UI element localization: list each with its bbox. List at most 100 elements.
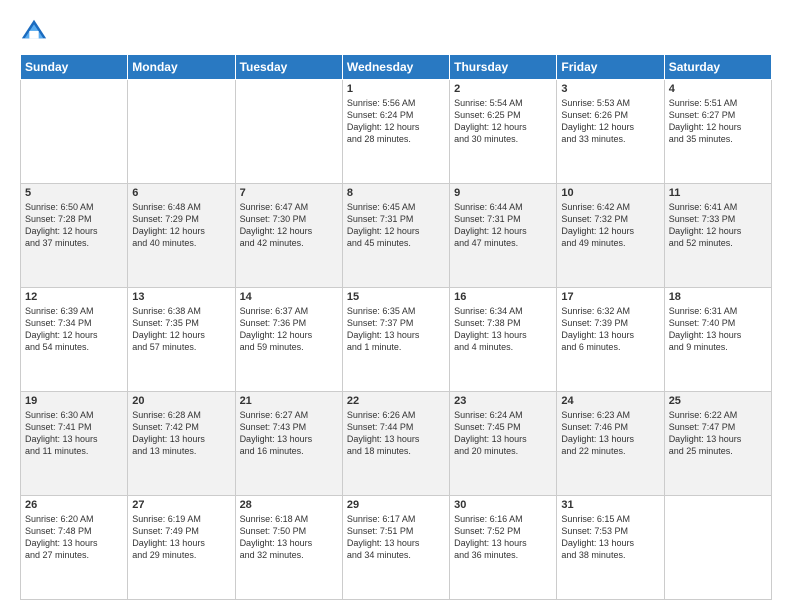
calendar-cell: 6 Sunrise: 6:48 AM Sunset: 7:29 PM Daylig… <box>128 184 235 288</box>
calendar-cell: 24 Sunrise: 6:23 AM Sunset: 7:46 PM Dayli… <box>557 392 664 496</box>
calendar-cell: 2 Sunrise: 5:54 AM Sunset: 6:25 PM Daylig… <box>450 80 557 184</box>
day-info: Sunrise: 6:48 AM Sunset: 7:29 PM Dayligh… <box>132 201 230 250</box>
day-info: Sunrise: 6:38 AM Sunset: 7:35 PM Dayligh… <box>132 305 230 354</box>
calendar-cell <box>235 80 342 184</box>
day-info: Sunrise: 6:26 AM Sunset: 7:44 PM Dayligh… <box>347 409 445 458</box>
calendar-cell: 30 Sunrise: 6:16 AM Sunset: 7:52 PM Dayli… <box>450 496 557 600</box>
weekday-header-row: SundayMondayTuesdayWednesdayThursdayFrid… <box>21 55 772 80</box>
calendar-cell: 11Sunrise: 6:41 AM Sunset: 7:33 PM Dayli… <box>664 184 771 288</box>
day-number: 12 <box>25 291 123 303</box>
calendar-cell <box>664 496 771 600</box>
day-info: Sunrise: 6:37 AM Sunset: 7:36 PM Dayligh… <box>240 305 338 354</box>
calendar-cell: 9 Sunrise: 6:44 AM Sunset: 7:31 PM Daylig… <box>450 184 557 288</box>
day-info: Sunrise: 6:17 AM Sunset: 7:51 PM Dayligh… <box>347 513 445 562</box>
day-number: 29 <box>347 499 445 511</box>
calendar-cell: 3 Sunrise: 5:53 AM Sunset: 6:26 PM Daylig… <box>557 80 664 184</box>
day-number: 19 <box>25 395 123 407</box>
calendar-cell: 16 Sunrise: 6:34 AM Sunset: 7:38 PM Dayli… <box>450 288 557 392</box>
calendar-cell <box>128 80 235 184</box>
calendar-cell: 10 Sunrise: 6:42 AM Sunset: 7:32 PM Dayli… <box>557 184 664 288</box>
day-number: 18 <box>669 291 767 303</box>
calendar-cell: 26 Sunrise: 6:20 AM Sunset: 7:48 PM Dayli… <box>21 496 128 600</box>
weekday-header-tuesday: Tuesday <box>235 55 342 80</box>
day-info: Sunrise: 6:39 AM Sunset: 7:34 PM Dayligh… <box>25 305 123 354</box>
day-info: Sunrise: 6:19 AM Sunset: 7:49 PM Dayligh… <box>132 513 230 562</box>
day-info: Sunrise: 6:24 AM Sunset: 7:45 PM Dayligh… <box>454 409 552 458</box>
day-info: Sunrise: 6:16 AM Sunset: 7:52 PM Dayligh… <box>454 513 552 562</box>
logo-icon <box>20 16 48 44</box>
day-number: 17 <box>561 291 659 303</box>
calendar-cell: 23 Sunrise: 6:24 AM Sunset: 7:45 PM Dayli… <box>450 392 557 496</box>
day-number: 27 <box>132 499 230 511</box>
day-number: 15 <box>347 291 445 303</box>
calendar-cell: 8Sunrise: 6:45 AM Sunset: 7:31 PM Daylig… <box>342 184 449 288</box>
calendar-cell: 18Sunrise: 6:31 AM Sunset: 7:40 PM Dayli… <box>664 288 771 392</box>
day-number: 25 <box>669 395 767 407</box>
day-number: 11 <box>669 187 767 199</box>
day-info: Sunrise: 5:51 AM Sunset: 6:27 PM Dayligh… <box>669 97 767 146</box>
day-info: Sunrise: 6:28 AM Sunset: 7:42 PM Dayligh… <box>132 409 230 458</box>
calendar-cell: 25 Sunrise: 6:22 AM Sunset: 7:47 PM Dayli… <box>664 392 771 496</box>
calendar-cell: 17 Sunrise: 6:32 AM Sunset: 7:39 PM Dayli… <box>557 288 664 392</box>
day-number: 30 <box>454 499 552 511</box>
calendar-cell: 22 Sunrise: 6:26 AM Sunset: 7:44 PM Dayli… <box>342 392 449 496</box>
day-info: Sunrise: 6:32 AM Sunset: 7:39 PM Dayligh… <box>561 305 659 354</box>
day-number: 9 <box>454 187 552 199</box>
calendar-cell: 14 Sunrise: 6:37 AM Sunset: 7:36 PM Dayli… <box>235 288 342 392</box>
calendar-table: SundayMondayTuesdayWednesdayThursdayFrid… <box>20 54 772 600</box>
day-info: Sunrise: 6:22 AM Sunset: 7:47 PM Dayligh… <box>669 409 767 458</box>
day-number: 4 <box>669 83 767 95</box>
weekday-header-wednesday: Wednesday <box>342 55 449 80</box>
calendar-cell: 27 Sunrise: 6:19 AM Sunset: 7:49 PM Dayli… <box>128 496 235 600</box>
day-info: Sunrise: 6:34 AM Sunset: 7:38 PM Dayligh… <box>454 305 552 354</box>
day-info: Sunrise: 5:53 AM Sunset: 6:26 PM Dayligh… <box>561 97 659 146</box>
day-info: Sunrise: 6:35 AM Sunset: 7:37 PM Dayligh… <box>347 305 445 354</box>
weekday-header-thursday: Thursday <box>450 55 557 80</box>
day-info: Sunrise: 6:27 AM Sunset: 7:43 PM Dayligh… <box>240 409 338 458</box>
day-info: Sunrise: 6:42 AM Sunset: 7:32 PM Dayligh… <box>561 201 659 250</box>
calendar-cell: 7Sunrise: 6:47 AM Sunset: 7:30 PM Daylig… <box>235 184 342 288</box>
day-info: Sunrise: 6:47 AM Sunset: 7:30 PM Dayligh… <box>240 201 338 250</box>
calendar-cell: 19 Sunrise: 6:30 AM Sunset: 7:41 PM Dayli… <box>21 392 128 496</box>
day-info: Sunrise: 6:15 AM Sunset: 7:53 PM Dayligh… <box>561 513 659 562</box>
day-number: 3 <box>561 83 659 95</box>
calendar-cell: 5 Sunrise: 6:50 AM Sunset: 7:28 PM Daylig… <box>21 184 128 288</box>
day-info: Sunrise: 6:30 AM Sunset: 7:41 PM Dayligh… <box>25 409 123 458</box>
day-info: Sunrise: 5:54 AM Sunset: 6:25 PM Dayligh… <box>454 97 552 146</box>
day-number: 14 <box>240 291 338 303</box>
calendar-cell <box>21 80 128 184</box>
day-number: 16 <box>454 291 552 303</box>
calendar-week-1: 1Sunrise: 5:56 AM Sunset: 6:24 PM Daylig… <box>21 80 772 184</box>
day-number: 28 <box>240 499 338 511</box>
day-number: 13 <box>132 291 230 303</box>
day-number: 6 <box>132 187 230 199</box>
day-info: Sunrise: 6:23 AM Sunset: 7:46 PM Dayligh… <box>561 409 659 458</box>
day-number: 21 <box>240 395 338 407</box>
day-info: Sunrise: 6:50 AM Sunset: 7:28 PM Dayligh… <box>25 201 123 250</box>
page: SundayMondayTuesdayWednesdayThursdayFrid… <box>0 0 792 612</box>
calendar-cell: 12 Sunrise: 6:39 AM Sunset: 7:34 PM Dayli… <box>21 288 128 392</box>
calendar-cell: 20 Sunrise: 6:28 AM Sunset: 7:42 PM Dayli… <box>128 392 235 496</box>
calendar-cell: 4 Sunrise: 5:51 AM Sunset: 6:27 PM Daylig… <box>664 80 771 184</box>
calendar-cell: 29 Sunrise: 6:17 AM Sunset: 7:51 PM Dayli… <box>342 496 449 600</box>
day-number: 22 <box>347 395 445 407</box>
day-number: 2 <box>454 83 552 95</box>
weekday-header-sunday: Sunday <box>21 55 128 80</box>
day-info: Sunrise: 6:18 AM Sunset: 7:50 PM Dayligh… <box>240 513 338 562</box>
calendar-cell: 15 Sunrise: 6:35 AM Sunset: 7:37 PM Dayli… <box>342 288 449 392</box>
day-info: Sunrise: 6:44 AM Sunset: 7:31 PM Dayligh… <box>454 201 552 250</box>
day-number: 5 <box>25 187 123 199</box>
day-number: 20 <box>132 395 230 407</box>
day-number: 24 <box>561 395 659 407</box>
day-number: 10 <box>561 187 659 199</box>
day-info: Sunrise: 6:45 AM Sunset: 7:31 PM Dayligh… <box>347 201 445 250</box>
day-number: 1 <box>347 83 445 95</box>
calendar-week-4: 19 Sunrise: 6:30 AM Sunset: 7:41 PM Dayli… <box>21 392 772 496</box>
day-number: 26 <box>25 499 123 511</box>
calendar-cell: 28 Sunrise: 6:18 AM Sunset: 7:50 PM Dayli… <box>235 496 342 600</box>
day-info: Sunrise: 6:20 AM Sunset: 7:48 PM Dayligh… <box>25 513 123 562</box>
header <box>20 16 772 44</box>
day-number: 23 <box>454 395 552 407</box>
day-number: 31 <box>561 499 659 511</box>
calendar-cell: 13 Sunrise: 6:38 AM Sunset: 7:35 PM Dayli… <box>128 288 235 392</box>
